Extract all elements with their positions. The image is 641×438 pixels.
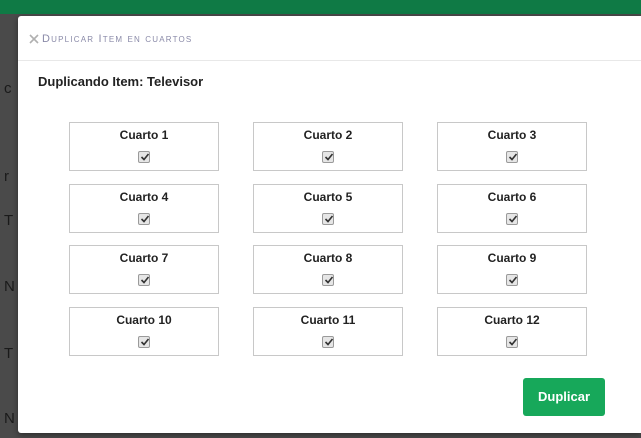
room-card: Cuarto 5 [253, 184, 403, 233]
background-text: T [4, 345, 14, 362]
room-card: Cuarto 2 [253, 122, 403, 171]
room-label: Cuarto 2 [303, 128, 353, 142]
background-text: r [4, 168, 9, 185]
room-label: Cuarto 12 [484, 313, 540, 327]
room-checkbox[interactable] [138, 274, 150, 286]
room-checkbox[interactable] [506, 213, 518, 225]
room-card: Cuarto 7 [69, 245, 219, 294]
modal-header: Duplicar Item en cuartos [18, 16, 641, 61]
room-checkbox[interactable] [506, 274, 518, 286]
room-label: Cuarto 4 [119, 190, 169, 204]
room-card: Cuarto 9 [437, 245, 587, 294]
background-header-bar [0, 0, 641, 14]
modal-title: Duplicar Item en cuartos [42, 33, 193, 45]
room-label: Cuarto 9 [487, 251, 537, 265]
close-icon[interactable] [28, 32, 40, 44]
room-label: Cuarto 3 [487, 128, 537, 142]
room-checkbox[interactable] [138, 336, 150, 348]
room-checkbox[interactable] [506, 151, 518, 163]
background-text: c [4, 80, 12, 97]
room-card: Cuarto 4 [69, 184, 219, 233]
room-card: Cuarto 12 [437, 307, 587, 356]
room-label: Cuarto 6 [487, 190, 537, 204]
room-label: Cuarto 5 [303, 190, 353, 204]
background-text: N [4, 410, 15, 427]
room-checkbox[interactable] [322, 274, 334, 286]
room-card: Cuarto 3 [437, 122, 587, 171]
room-label: Cuarto 10 [116, 313, 172, 327]
room-card: Cuarto 6 [437, 184, 587, 233]
room-checkbox[interactable] [322, 151, 334, 163]
duplicate-button[interactable]: Duplicar [523, 378, 605, 416]
room-checkbox[interactable] [138, 151, 150, 163]
room-checkbox[interactable] [322, 213, 334, 225]
room-label: Cuarto 1 [119, 128, 169, 142]
room-checkbox[interactable] [506, 336, 518, 348]
room-label: Cuarto 7 [119, 251, 169, 265]
background-text: N [4, 278, 15, 295]
room-card: Cuarto 11 [253, 307, 403, 356]
modal-subtitle: Duplicando Item: Televisor [38, 74, 204, 89]
room-checkbox[interactable] [138, 213, 150, 225]
room-checkbox[interactable] [322, 336, 334, 348]
background-text: T [4, 212, 14, 229]
room-card: Cuarto 10 [69, 307, 219, 356]
room-label: Cuarto 8 [303, 251, 353, 265]
room-card: Cuarto 8 [253, 245, 403, 294]
room-label: Cuarto 11 [300, 313, 356, 327]
room-card: Cuarto 1 [69, 122, 219, 171]
duplicate-item-modal: Duplicar Item en cuartos Duplicando Item… [18, 16, 641, 433]
